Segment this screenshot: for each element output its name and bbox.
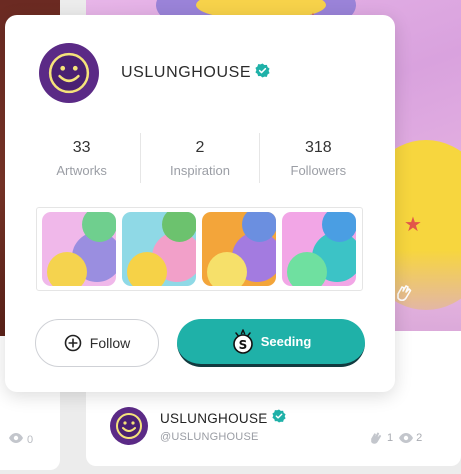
follow-label: Follow <box>89 335 131 351</box>
profile-avatar[interactable] <box>39 43 99 103</box>
author-name[interactable]: USLUNGHOUSE <box>160 411 268 426</box>
profile-stats: 33 Artworks 2 Inspiration 318 Followers <box>23 133 377 183</box>
star-decoration: ★ <box>404 214 422 236</box>
plus-circle-icon <box>64 334 82 352</box>
artwork-shape <box>242 212 276 242</box>
artwork-shape <box>322 212 356 242</box>
stat-value: 318 <box>304 138 332 156</box>
artwork-thumb-1[interactable] <box>42 212 116 286</box>
follow-button[interactable]: Follow <box>35 319 159 367</box>
seed-icon: S <box>232 328 253 354</box>
artwork-thumb-2[interactable] <box>122 212 196 286</box>
artwork-thumb-4[interactable] <box>282 212 356 286</box>
stat-followers[interactable]: 318 Followers <box>260 133 377 183</box>
artwork-shape <box>207 252 247 286</box>
card-author[interactable]: USLUNGHOUSE @USLUNGHOUSE <box>110 407 286 445</box>
views-stat: 2 <box>399 432 422 444</box>
seeding-label: Seeding <box>260 334 312 349</box>
verified-badge-icon <box>255 63 270 83</box>
artwork-shape <box>82 212 116 242</box>
eye-icon <box>9 433 23 446</box>
stat-label: Inspiration <box>170 162 230 178</box>
eye-icon <box>399 433 414 443</box>
profile-name[interactable]: USLUNGHOUSE <box>121 64 251 82</box>
left-card-view-count: 0 <box>27 433 34 446</box>
applause-icon <box>371 432 382 444</box>
artwork-shape <box>287 252 327 286</box>
stat-label: Followers <box>290 162 347 178</box>
popover-header: USLUNGHOUSE <box>39 43 270 103</box>
artwork-thumbnails <box>36 207 363 291</box>
artwork-shape <box>162 212 196 242</box>
svg-text:S: S <box>238 338 247 352</box>
stat-value: 33 <box>72 138 91 156</box>
author-handle: @USLUNGHOUSE <box>160 431 259 443</box>
artwork-shape <box>127 252 167 286</box>
applause-stat[interactable]: 1 <box>368 430 393 446</box>
stat-label: Artworks <box>56 162 107 178</box>
left-card-views: 0 <box>9 433 33 446</box>
seeding-button[interactable]: S Seeding <box>177 319 365 367</box>
stat-inspiration[interactable]: 2 Inspiration <box>141 133 260 183</box>
popover-actions: Follow S Seeding <box>35 319 365 367</box>
author-avatar[interactable] <box>110 407 148 445</box>
applause-hover-icon[interactable] <box>394 283 414 308</box>
stat-artworks[interactable]: 33 Artworks <box>23 133 142 183</box>
smiley-icon <box>48 52 90 94</box>
view-count: 2 <box>416 432 423 444</box>
stat-value: 2 <box>195 138 205 156</box>
verified-badge-icon <box>271 409 286 428</box>
applause-count: 1 <box>387 432 394 444</box>
smiley-icon <box>116 413 142 439</box>
artwork-shape <box>47 252 87 286</box>
card-stats: 1 2 <box>368 430 422 446</box>
artwork-thumb-3[interactable] <box>202 212 276 286</box>
profile-popover: USLUNGHOUSE 33 Artworks 2 Inspiration 31… <box>5 15 395 392</box>
